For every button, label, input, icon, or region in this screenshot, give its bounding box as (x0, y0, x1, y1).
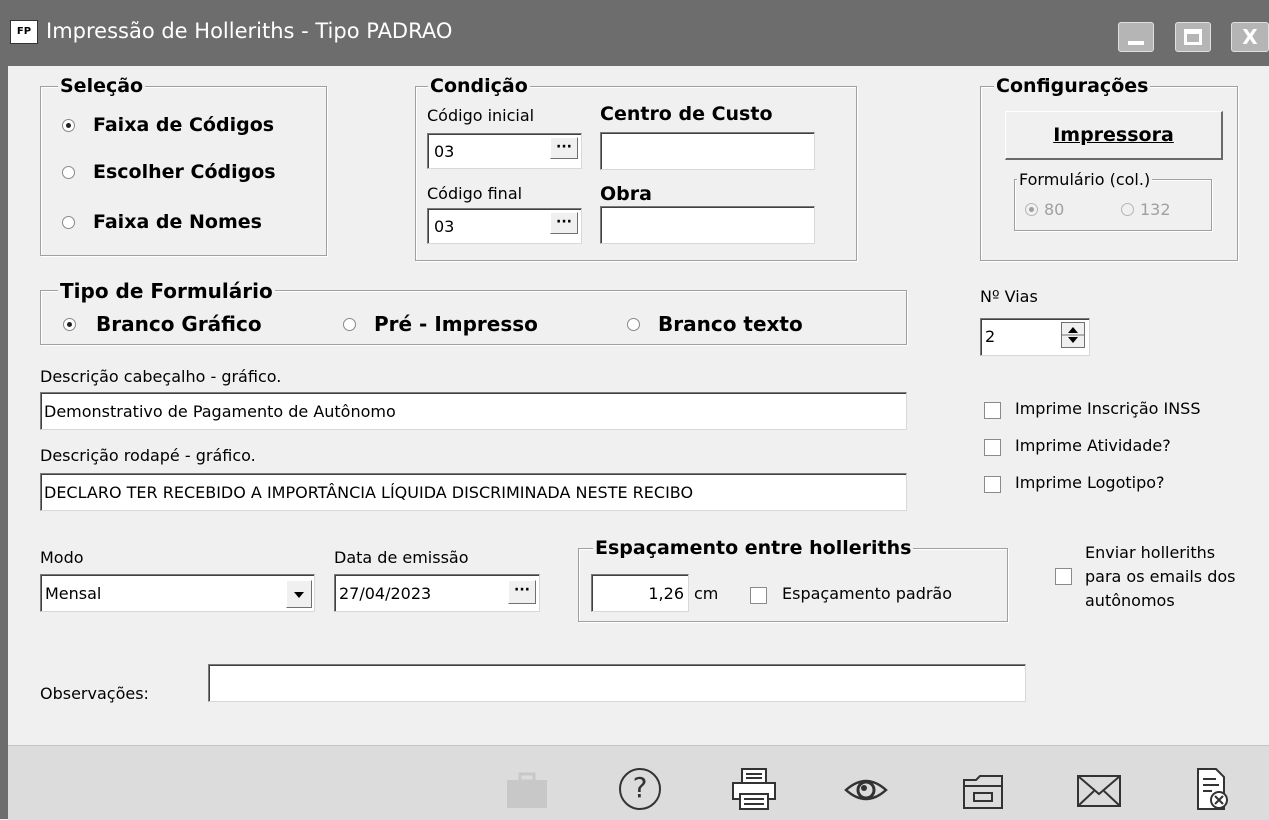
briefcase-button[interactable] (505, 766, 549, 810)
printer-icon (732, 768, 776, 810)
radio-col-80[interactable] (1025, 203, 1038, 216)
radio-col-80-label[interactable]: 80 (1044, 200, 1064, 220)
window-left-border (0, 66, 8, 819)
radio-branco-texto-label[interactable]: Branco texto (658, 314, 803, 334)
radio-branco-grafico[interactable] (63, 318, 76, 331)
codigo-inicial-lookup-button[interactable]: ··· (550, 137, 578, 159)
formulario-legend: Formulário (col.) (1017, 170, 1153, 190)
tipo-formulario-legend: Tipo de Formulário (58, 279, 275, 303)
cabecalho-input[interactable]: Demonstrativo de Pagamento de Autônomo (40, 392, 907, 430)
radio-col-132-label[interactable]: 132 (1140, 200, 1171, 220)
data-emissao-label: Data de emissão (334, 548, 469, 567)
open-folder-button[interactable] (960, 766, 1004, 810)
rodape-label: Descrição rodapé - gráfico. (40, 446, 256, 465)
help-glyph: ? (632, 771, 648, 804)
observacoes-input[interactable] (208, 664, 1026, 702)
imprime-atividade-label[interactable]: Imprime Atividade? (1015, 436, 1171, 456)
briefcase-icon (507, 772, 547, 808)
radio-faixa-nomes-label[interactable]: Faixa de Nomes (93, 212, 262, 232)
radio-faixa-nomes[interactable] (62, 216, 75, 229)
open-folder-icon (963, 775, 1003, 809)
close-button[interactable]: X (1231, 22, 1269, 52)
cabecalho-label: Descrição cabeçalho - gráfico. (40, 367, 282, 386)
espacamento-unit: cm (694, 584, 719, 603)
app-icon[interactable]: FP (10, 20, 38, 44)
rodape-input[interactable]: DECLARO TER RECEBIDO A IMPORTÂNCIA LÍQUI… (40, 473, 907, 511)
close-icon: X (1242, 25, 1258, 49)
enviar-emails-checkbox[interactable] (1055, 568, 1072, 585)
centro-custo-input[interactable] (600, 132, 815, 170)
imprime-logotipo-label[interactable]: Imprime Logotipo? (1015, 473, 1165, 493)
print-button[interactable] (730, 766, 776, 810)
radio-faixa-codigos[interactable] (62, 119, 75, 132)
espacamento-input[interactable]: 1,26 (591, 574, 689, 612)
modo-select[interactable]: Mensal (40, 574, 315, 612)
impressora-button[interactable]: Impressora (1005, 111, 1223, 160)
codigo-final-label: Código final (427, 184, 523, 203)
vias-spinner[interactable] (1061, 322, 1085, 348)
radio-pre-impresso[interactable] (343, 318, 356, 331)
enviar-emails-label[interactable]: Enviar holleriths para os emails dos aut… (1085, 541, 1269, 613)
centro-custo-label: Centro de Custo (600, 103, 773, 125)
minimize-button[interactable] (1118, 22, 1154, 52)
email-icon (1077, 775, 1121, 807)
spinner-arrows-icon (1062, 327, 1084, 343)
modo-dropdown-button[interactable] (286, 580, 312, 608)
imprime-inscricao-inss-label[interactable]: Imprime Inscrição INSS (1015, 399, 1201, 419)
email-button[interactable] (1075, 766, 1121, 810)
modo-label: Modo (40, 548, 84, 567)
condicao-legend: Condição (428, 75, 530, 97)
window-title: Impressão de Holleriths - Tipo PADRAO (46, 19, 453, 43)
maximize-button[interactable] (1175, 22, 1211, 52)
enviar-emails-label-line2: para os emails dos (1085, 567, 1236, 586)
obra-label: Obra (600, 183, 652, 205)
imprime-inscricao-inss-checkbox[interactable] (984, 402, 1001, 419)
radio-faixa-codigos-label[interactable]: Faixa de Códigos (93, 115, 274, 135)
chevron-down-icon (294, 592, 304, 598)
radio-escolher-codigos-label[interactable]: Escolher Códigos (93, 162, 276, 182)
cancel-document-button[interactable] (1190, 766, 1234, 810)
radio-col-132[interactable] (1121, 203, 1134, 216)
imprime-logotipo-checkbox[interactable] (984, 476, 1001, 493)
radio-branco-grafico-label[interactable]: Branco Gráfico (96, 314, 262, 334)
espacamento-legend: Espaçamento entre holleriths (593, 537, 914, 559)
impressora-button-label: Impressora (1053, 124, 1174, 146)
configuracoes-legend: Configurações (994, 75, 1151, 97)
selecao-legend: Seleção (58, 75, 146, 97)
codigo-final-lookup-button[interactable]: ··· (550, 212, 578, 234)
enviar-emails-label-line3: autônomos (1085, 591, 1175, 610)
help-button[interactable]: ? (616, 766, 661, 810)
cancel-document-icon (1197, 768, 1228, 810)
data-emissao-calendar-button[interactable]: ··· (508, 580, 536, 604)
vias-label: Nº Vias (980, 287, 1038, 306)
radio-escolher-codigos[interactable] (62, 166, 75, 179)
preview-button[interactable] (842, 766, 888, 810)
imprime-atividade-checkbox[interactable] (984, 439, 1001, 456)
enviar-emails-label-line1: Enviar holleriths (1085, 543, 1216, 562)
preview-eye-icon (844, 779, 888, 801)
obra-input[interactable] (600, 206, 815, 244)
espacamento-padrao-checkbox[interactable] (750, 587, 767, 604)
radio-pre-impresso-label[interactable]: Pré - Impresso (374, 314, 538, 334)
radio-branco-texto[interactable] (627, 318, 640, 331)
espacamento-padrao-label[interactable]: Espaçamento padrão (782, 584, 952, 604)
codigo-inicial-label: Código inicial (427, 106, 535, 125)
observacoes-label: Observações: (40, 684, 149, 703)
